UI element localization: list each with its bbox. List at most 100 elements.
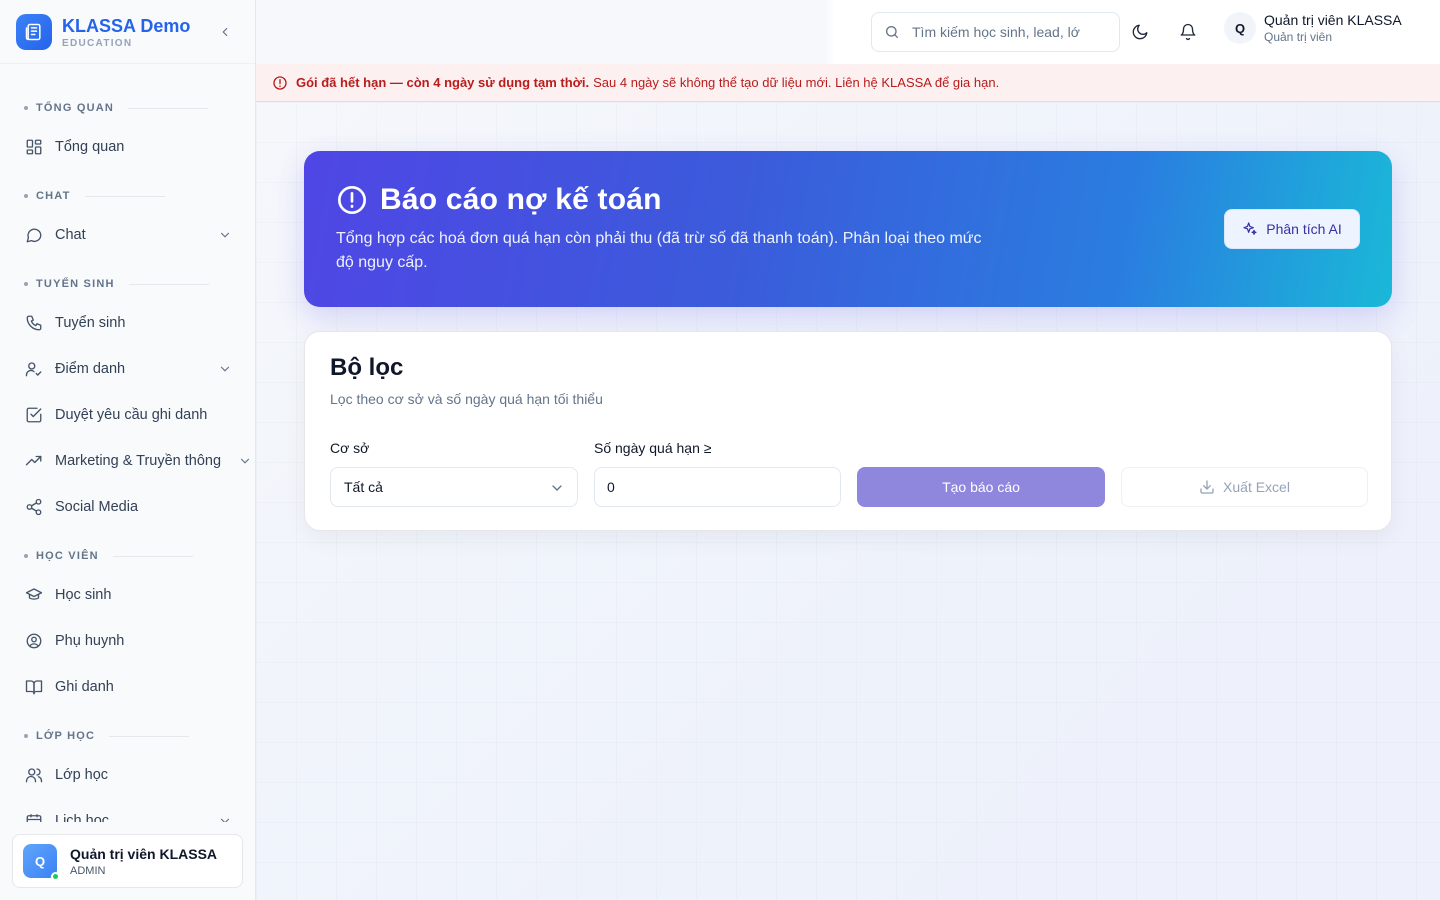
avatar: Q [1224,12,1256,44]
generate-report-button[interactable]: Tạo báo cáo [857,467,1105,507]
sidebar-item-lich-hoc[interactable]: Lịch học [0,798,255,822]
alert-text: Sau 4 ngày sẽ không thể tạo dữ liệu mới.… [593,75,1000,90]
share-icon [24,497,44,517]
filter-title: Bộ lọc [330,354,404,381]
brand-logo-icon[interactable] [16,13,52,50]
sidebar-item-ghi-danh[interactable]: Ghi danh [0,664,255,710]
brand-title: KLASSA Demo [62,15,191,36]
header-user-name: Quản trị viên KLASSA [1264,12,1402,28]
alert-circle-icon [336,184,368,216]
sidebar-item-label: Ghi danh [55,679,114,695]
overdue-days-input[interactable] [594,467,841,507]
sidebar-item-label: Lịch học [55,813,110,822]
sidebar-item-label: Phụ huynh [55,633,125,649]
sidebar-item-hoc-sinh[interactable]: Học sinh [0,572,255,618]
chevron-down-icon[interactable] [217,361,233,377]
branch-select[interactable]: Tất cả [330,467,578,507]
notifications-button[interactable] [1172,16,1204,48]
bell-icon [1179,23,1197,41]
sidebar-item-label: Tổng quan [55,139,125,155]
chevron-down-icon[interactable] [217,813,233,822]
sidebar-item-phu-huynh[interactable]: Phụ huynh [0,618,255,664]
search-box[interactable] [871,12,1120,52]
overdue-days-label: Số ngày quá hạn ≥ [594,440,712,456]
sidebar-item-label: Học sinh [55,587,112,603]
filter-subtitle: Lọc theo cơ sở và số ngày quá hạn tối th… [330,391,603,407]
sidebar-item-label: Lớp học [55,767,109,783]
ai-analysis-label: Phân tích AI [1266,221,1342,237]
export-excel-button[interactable]: Xuất Excel [1121,467,1368,507]
sidebar-item-social-media[interactable]: Social Media [0,484,255,530]
user-circle-icon [24,631,44,651]
header-user-role: Quản trị viên [1264,30,1333,44]
main-content: Báo cáo nợ kế toán Tổng hợp các hoá đơn … [256,102,1440,900]
page-title: Báo cáo nợ kế toán [380,183,662,216]
branch-label: Cơ sở [330,440,370,456]
sidebar-user-card[interactable]: Q Quản trị viên KLASSA ADMIN [12,834,243,888]
user-role: ADMIN [70,864,106,877]
avatar: Q [23,844,60,881]
calendar-icon [24,811,44,822]
sidebar-item-tuyen-sinh[interactable]: Tuyển sinh [0,300,255,346]
section-header: HỌC VIÊN [0,540,255,572]
section-label: CHAT [36,190,71,202]
collapse-sidebar-button[interactable] [215,22,235,42]
dashboard-icon [24,137,44,157]
section-header: CHAT [0,180,255,212]
alert-strong-text: Gói đã hết hạn — còn 4 ngày sử dụng tạm … [296,75,590,90]
sidebar-item-label: Tuyển sinh [55,315,126,331]
sidebar-item-label: Duyệt yêu cầu ghi danh [55,407,208,423]
user-check-icon [24,359,44,379]
sidebar-item-label: Social Media [55,499,139,515]
sidebar: KLASSA Demo EDUCATION TỔNG QUAN Tổng qua… [0,0,256,900]
book-open-icon [24,677,44,697]
alert-circle-icon [272,75,288,91]
filter-card: Bộ lọc Lọc theo cơ sở và số ngày quá hạn… [304,331,1392,531]
brand-header: KLASSA Demo EDUCATION [0,0,255,64]
ai-analysis-button[interactable]: Phân tích AI [1224,209,1360,249]
chat-icon [24,225,44,245]
section-header: TỔNG QUAN [0,92,255,124]
subscription-alert: Gói đã hết hạn — còn 4 ngày sử dụng tạm … [256,64,1440,102]
sidebar-item-marketing[interactable]: Marketing & Truyền thông [0,438,255,484]
header-user-menu[interactable]: Q Quản trị viên KLASSA Quản trị viên [1224,12,1402,44]
sidebar-item-chat[interactable]: Chat [0,212,255,258]
chevron-down-icon [549,480,565,496]
users-icon [24,765,44,785]
section-header: LỚP HỌC [0,720,255,752]
sidebar-nav: TỔNG QUAN Tổng quan CHAT Chat TUYỂN SINH… [0,64,255,822]
branch-select-value: Tất cả [344,479,383,495]
section-label: LỚP HỌC [36,730,96,742]
phone-icon [24,313,44,333]
online-status-icon [51,872,60,881]
sidebar-item-lop-hoc[interactable]: Lớp học [0,752,255,798]
checkbox-icon [24,405,44,425]
section-label: TỔNG QUAN [36,102,115,114]
report-hero-banner: Báo cáo nợ kế toán Tổng hợp các hoá đơn … [304,151,1392,307]
export-excel-label: Xuất Excel [1223,479,1290,495]
sidebar-item-diem-danh[interactable]: Điểm danh [0,346,255,392]
user-name: Quản trị viên KLASSA [70,845,218,862]
download-icon [1199,479,1215,495]
graduation-cap-icon [24,585,44,605]
theme-toggle-button[interactable] [1124,16,1156,48]
moon-icon [1131,23,1149,41]
section-label: TUYỂN SINH [36,278,115,290]
sparkles-icon [1242,221,1258,237]
chevron-down-icon[interactable] [237,453,253,469]
avatar-initial: Q [34,853,46,869]
section-label: HỌC VIÊN [36,550,99,562]
trending-icon [24,451,44,471]
sidebar-item-label: Chat [55,227,86,243]
top-bar: Q Quản trị viên KLASSA Quản trị viên [256,0,1440,64]
chevron-down-icon[interactable] [217,227,233,243]
sidebar-item-tong-quan[interactable]: Tổng quan [0,124,255,170]
section-header: TUYỂN SINH [0,268,255,300]
brand-subtitle: EDUCATION [62,37,133,49]
sidebar-item-duyet-yeu-cau[interactable]: Duyệt yêu cầu ghi danh [0,392,255,438]
page-description: Tổng hợp các hoá đơn quá hạn còn phải th… [336,230,982,271]
sidebar-item-label: Điểm danh [55,361,126,377]
search-icon [884,24,900,40]
search-input[interactable] [912,24,1112,40]
sidebar-item-label: Marketing & Truyền thông [55,453,222,469]
